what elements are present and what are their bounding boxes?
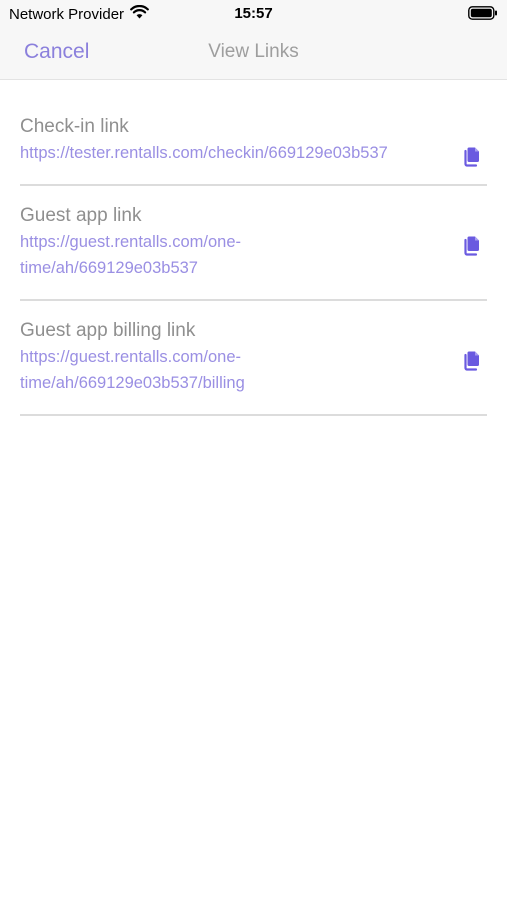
page-title: View Links <box>208 41 299 62</box>
link-item-checkin: Check-in link https://tester.rentalls.co… <box>20 114 487 186</box>
link-label: Check-in link <box>20 116 129 137</box>
links-list: Check-in link https://tester.rentalls.co… <box>20 100 487 433</box>
link-url-line: https://guest.rentalls.com/one- <box>20 348 242 366</box>
copy-icon[interactable] <box>463 146 483 168</box>
navigation-bar: Cancel View Links <box>0 28 507 80</box>
link-url-line: time/ah/669129e03b537 <box>20 259 198 277</box>
link-url-line: https://tester.rentalls.com/checkin/6691… <box>20 144 388 162</box>
link-url-line: https://guest.rentalls.com/one- <box>20 233 242 251</box>
link-label: Guest app link <box>20 205 142 226</box>
status-bar: Network Provider 15:57 <box>0 0 507 28</box>
link-url[interactable]: https://guest.rentalls.com/one- time/ah/… <box>20 344 445 396</box>
status-time: 15:57 <box>234 5 273 22</box>
copy-icon[interactable] <box>463 350 483 372</box>
link-item-guest-billing: Guest app billing link https://guest.ren… <box>20 318 487 416</box>
link-item-guest-app: Guest app link https://guest.rentalls.co… <box>20 203 487 301</box>
link-url-line: time/ah/669129e03b537/billing <box>20 374 245 392</box>
link-url[interactable]: https://tester.rentalls.com/checkin/6691… <box>20 140 445 166</box>
link-url[interactable]: https://guest.rentalls.com/one- time/ah/… <box>20 229 445 281</box>
screen: Network Provider 15:57 Cancel View Links… <box>0 0 507 900</box>
link-label: Guest app billing link <box>20 320 196 341</box>
copy-icon[interactable] <box>463 235 483 257</box>
battery-icon <box>468 6 498 25</box>
